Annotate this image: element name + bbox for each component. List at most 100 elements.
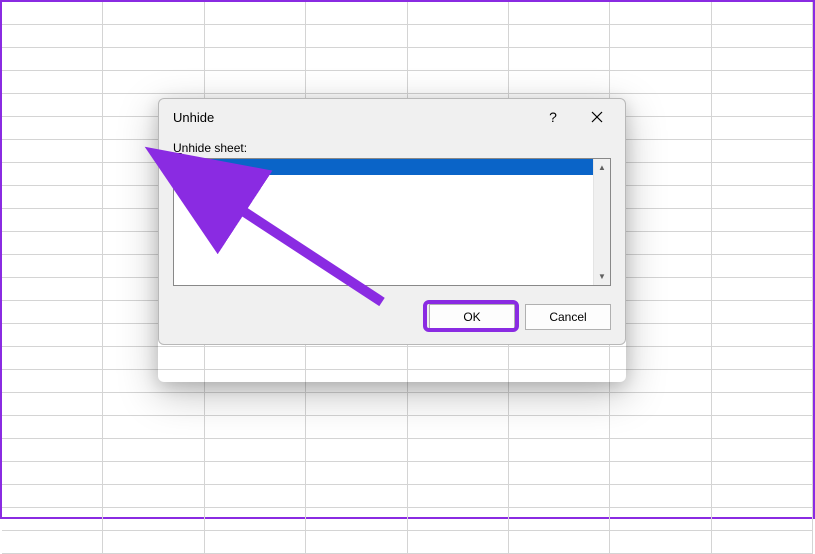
cell[interactable] bbox=[712, 301, 813, 324]
cell[interactable] bbox=[103, 531, 204, 554]
cell[interactable] bbox=[610, 439, 711, 462]
cell[interactable] bbox=[509, 485, 610, 508]
cell[interactable] bbox=[712, 48, 813, 71]
cell[interactable] bbox=[103, 48, 204, 71]
cell[interactable] bbox=[2, 508, 103, 531]
cell[interactable] bbox=[509, 393, 610, 416]
list-item[interactable]: March bbox=[174, 159, 593, 175]
cell[interactable] bbox=[103, 508, 204, 531]
cell[interactable] bbox=[509, 508, 610, 531]
cell[interactable] bbox=[103, 71, 204, 94]
cell[interactable] bbox=[712, 393, 813, 416]
cell[interactable] bbox=[408, 393, 509, 416]
cell[interactable] bbox=[306, 71, 407, 94]
cell[interactable] bbox=[306, 393, 407, 416]
cell[interactable] bbox=[205, 531, 306, 554]
cell[interactable] bbox=[610, 71, 711, 94]
cell[interactable] bbox=[509, 462, 610, 485]
scroll-down-icon[interactable]: ▼ bbox=[594, 268, 610, 285]
cell[interactable] bbox=[306, 48, 407, 71]
scroll-up-icon[interactable]: ▲ bbox=[594, 159, 610, 176]
cell[interactable] bbox=[408, 531, 509, 554]
cell[interactable] bbox=[103, 2, 204, 25]
cell[interactable] bbox=[306, 462, 407, 485]
cell[interactable] bbox=[610, 2, 711, 25]
cell[interactable] bbox=[306, 508, 407, 531]
cell[interactable] bbox=[103, 25, 204, 48]
cell[interactable] bbox=[712, 25, 813, 48]
cell[interactable] bbox=[306, 416, 407, 439]
cell[interactable] bbox=[2, 140, 103, 163]
cell[interactable] bbox=[306, 531, 407, 554]
cell[interactable] bbox=[2, 278, 103, 301]
cell[interactable] bbox=[712, 324, 813, 347]
cell[interactable] bbox=[205, 71, 306, 94]
cell[interactable] bbox=[103, 485, 204, 508]
cell[interactable] bbox=[205, 485, 306, 508]
cell[interactable] bbox=[2, 94, 103, 117]
close-button[interactable] bbox=[575, 102, 619, 132]
cell[interactable] bbox=[712, 508, 813, 531]
cell[interactable] bbox=[2, 232, 103, 255]
scrollbar[interactable]: ▲ ▼ bbox=[593, 159, 610, 285]
cell[interactable] bbox=[610, 48, 711, 71]
cell[interactable] bbox=[509, 2, 610, 25]
cell[interactable] bbox=[2, 117, 103, 140]
cell[interactable] bbox=[205, 48, 306, 71]
cell[interactable] bbox=[408, 508, 509, 531]
cell[interactable] bbox=[2, 531, 103, 554]
cell[interactable] bbox=[610, 485, 711, 508]
cell[interactable] bbox=[2, 255, 103, 278]
cell[interactable] bbox=[509, 439, 610, 462]
cell[interactable] bbox=[509, 25, 610, 48]
cell[interactable] bbox=[306, 2, 407, 25]
cell[interactable] bbox=[306, 25, 407, 48]
cell[interactable] bbox=[408, 71, 509, 94]
cell[interactable] bbox=[712, 462, 813, 485]
cell[interactable] bbox=[712, 347, 813, 370]
cell[interactable] bbox=[712, 117, 813, 140]
cell[interactable] bbox=[2, 462, 103, 485]
cell[interactable] bbox=[712, 531, 813, 554]
cell[interactable] bbox=[2, 485, 103, 508]
cell[interactable] bbox=[712, 186, 813, 209]
cell[interactable] bbox=[712, 278, 813, 301]
cell[interactable] bbox=[610, 531, 711, 554]
cell[interactable] bbox=[205, 416, 306, 439]
cell[interactable] bbox=[2, 48, 103, 71]
cell[interactable] bbox=[712, 232, 813, 255]
cell[interactable] bbox=[306, 485, 407, 508]
cell[interactable] bbox=[2, 301, 103, 324]
cell[interactable] bbox=[712, 163, 813, 186]
cell[interactable] bbox=[2, 209, 103, 232]
help-button[interactable]: ? bbox=[531, 102, 575, 132]
cell[interactable] bbox=[2, 71, 103, 94]
cell[interactable] bbox=[205, 508, 306, 531]
cell[interactable] bbox=[610, 416, 711, 439]
cell[interactable] bbox=[205, 2, 306, 25]
cell[interactable] bbox=[408, 416, 509, 439]
cell[interactable] bbox=[408, 485, 509, 508]
cell[interactable] bbox=[509, 48, 610, 71]
cell[interactable] bbox=[712, 94, 813, 117]
cell[interactable] bbox=[2, 439, 103, 462]
cell[interactable] bbox=[2, 347, 103, 370]
cell[interactable] bbox=[408, 439, 509, 462]
cell[interactable] bbox=[712, 370, 813, 393]
cell[interactable] bbox=[103, 416, 204, 439]
cell[interactable] bbox=[306, 439, 407, 462]
cell[interactable] bbox=[610, 508, 711, 531]
cell[interactable] bbox=[2, 393, 103, 416]
cell[interactable] bbox=[712, 71, 813, 94]
cell[interactable] bbox=[712, 2, 813, 25]
cell[interactable] bbox=[2, 25, 103, 48]
cell[interactable] bbox=[408, 25, 509, 48]
cell[interactable] bbox=[509, 416, 610, 439]
cell[interactable] bbox=[408, 462, 509, 485]
cell[interactable] bbox=[205, 439, 306, 462]
cell[interactable] bbox=[2, 163, 103, 186]
cell[interactable] bbox=[2, 324, 103, 347]
cell[interactable] bbox=[712, 255, 813, 278]
cell[interactable] bbox=[610, 25, 711, 48]
cell[interactable] bbox=[205, 25, 306, 48]
